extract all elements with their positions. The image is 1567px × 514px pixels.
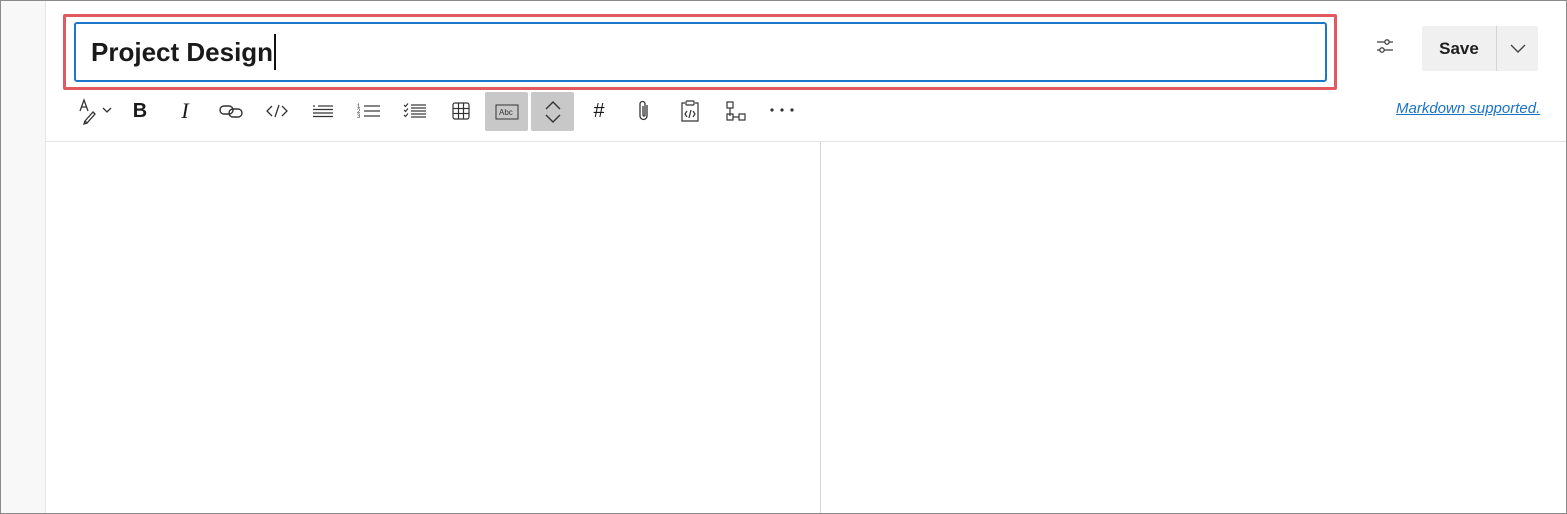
left-rail (1, 1, 46, 513)
attach-icon (637, 99, 651, 123)
text-format-button[interactable] (73, 92, 119, 130)
markdown-supported-link[interactable]: Markdown supported. (1396, 100, 1540, 117)
bold-button[interactable]: B (120, 92, 160, 130)
page-title-text: Project Design (91, 37, 274, 67)
preview-pane (821, 142, 1565, 513)
chevron-down-icon (1510, 39, 1526, 58)
link-button[interactable] (211, 92, 251, 130)
more-options-button[interactable] (762, 92, 802, 130)
code-snippet-button[interactable] (670, 92, 710, 130)
link-icon (219, 103, 243, 119)
save-button[interactable]: Save (1422, 26, 1496, 71)
checklist-icon (403, 102, 427, 120)
italic-button[interactable]: I (165, 92, 205, 130)
italic-icon: I (181, 98, 189, 123)
text-box-icon: Abc (495, 104, 519, 120)
numbered-list-button[interactable]: 1 2 3 (349, 92, 389, 130)
text-box-button[interactable]: Abc (485, 92, 528, 131)
hashtag-icon: # (593, 99, 605, 122)
table-button[interactable] (441, 92, 481, 130)
collapse-expand-button[interactable] (531, 92, 574, 131)
save-options-button[interactable] (1497, 26, 1538, 71)
markdown-editor-area[interactable] (46, 142, 820, 513)
diagram-icon (725, 100, 747, 122)
text-format-icon (76, 97, 116, 125)
code-icon (265, 103, 289, 119)
svg-text:Abc: Abc (499, 108, 513, 117)
diagram-button[interactable] (716, 92, 756, 130)
numbered-list-icon: 1 2 3 (357, 102, 381, 120)
formatting-toolbar: B I 1 2 3 Abc # (67, 92, 807, 132)
page-title-input[interactable]: Project Design (74, 22, 1327, 82)
more-icon (769, 107, 795, 115)
settings-sliders-icon (1376, 38, 1394, 58)
bold-icon: B (132, 99, 148, 122)
code-button[interactable] (257, 92, 297, 130)
checklist-button[interactable] (395, 92, 435, 130)
save-split-button: Save (1422, 26, 1538, 71)
heading-button[interactable]: # (579, 92, 619, 130)
code-snippet-icon (679, 99, 701, 123)
table-icon (452, 102, 470, 120)
collapse-expand-icon (544, 100, 562, 124)
attach-button[interactable] (624, 92, 664, 130)
bulleted-list-icon (311, 103, 335, 119)
settings-button[interactable] (1370, 32, 1400, 64)
text-caret (274, 34, 277, 71)
bulleted-list-button[interactable] (303, 92, 343, 130)
svg-text:3: 3 (357, 114, 361, 120)
